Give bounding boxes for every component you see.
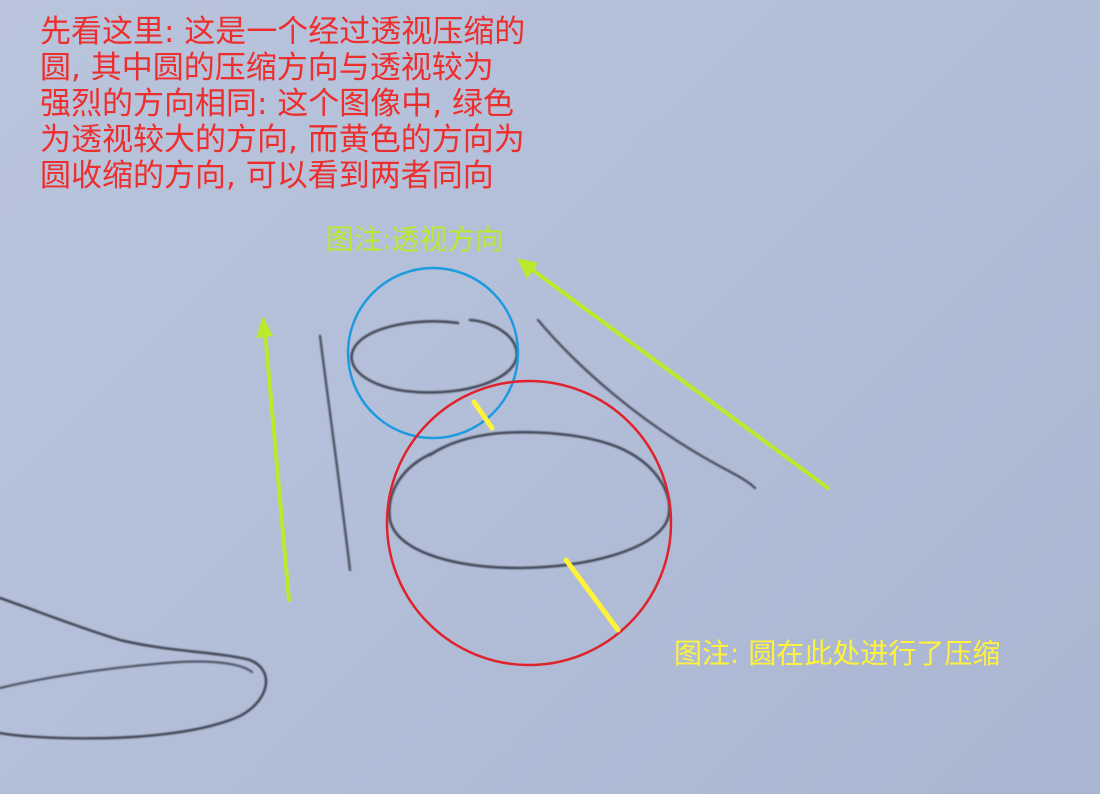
diagonal-guide-line bbox=[536, 318, 757, 490]
intro-line-4: 为透视较大的方向, 而黄色的方向为 bbox=[40, 122, 525, 158]
large-ellipse-highlight-circle bbox=[385, 379, 673, 667]
bottom-left-sketch-inner bbox=[0, 660, 254, 690]
intro-line-3: 强烈的方向相同: 这个图像中, 绿色 bbox=[40, 86, 515, 122]
perspective-arrow-diagonal bbox=[517, 258, 830, 490]
perspective-direction-label: 图注:透视方向 bbox=[326, 223, 504, 256]
intro-line-5: 圆收缩的方向, 可以看到两者同向 bbox=[40, 158, 494, 194]
pencil-strokes bbox=[0, 318, 757, 740]
bottom-left-sketch bbox=[0, 596, 268, 740]
intro-line-2: 圆, 其中圆的压缩方向与透视较为 bbox=[40, 50, 494, 86]
diagram-canvas: 先看这里: 这是一个经过透视压缩的 圆, 其中圆的压缩方向与透视较为 强烈的方向… bbox=[0, 0, 1100, 794]
compression-indicator-small bbox=[471, 399, 495, 431]
large-ellipse-sketch bbox=[388, 430, 671, 570]
compression-indicator-large bbox=[563, 557, 621, 633]
intro-explanation-text: 先看这里: 这是一个经过透视压缩的 圆, 其中圆的压缩方向与透视较为 强烈的方向… bbox=[40, 14, 570, 194]
compression-label: 图注: 圆在此处进行了压缩 bbox=[674, 637, 1001, 670]
perspective-arrow-vertical bbox=[256, 316, 291, 602]
small-ellipse-highlight-circle bbox=[346, 266, 520, 440]
vertical-guide-line bbox=[318, 334, 352, 572]
small-ellipse-sketch bbox=[350, 318, 519, 394]
intro-line-1: 先看这里: 这是一个经过透视压缩的 bbox=[40, 14, 526, 50]
